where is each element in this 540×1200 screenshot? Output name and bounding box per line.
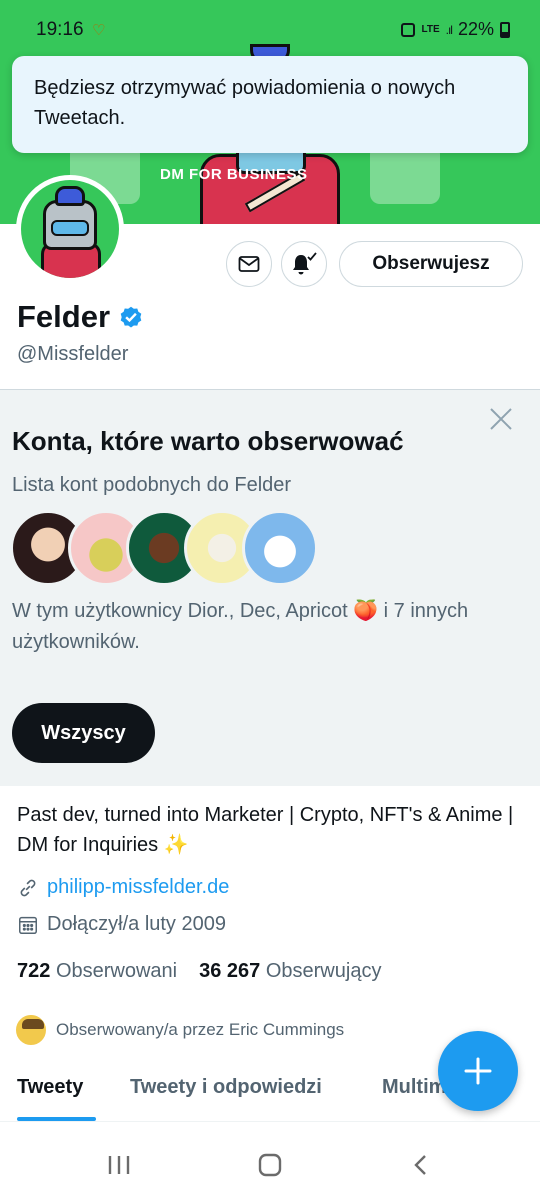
active-tab-indicator xyxy=(17,1117,96,1121)
followed-by-text: Obserwowany/a przez Eric Cummings xyxy=(56,1020,345,1039)
recent-apps-icon xyxy=(108,1156,130,1174)
message-button[interactable] xyxy=(226,241,272,287)
heart-status-icon: ♡ xyxy=(92,22,106,39)
followed-by-row[interactable]: Obserwowany/a przez Eric Cummings xyxy=(14,1013,344,1047)
profile-name-row: Felder xyxy=(17,299,144,335)
profile-name: Felder xyxy=(17,299,111,334)
notification-toast: Będziesz otrzymywać powiadomienia o nowy… xyxy=(12,56,528,153)
recent-apps-button[interactable] xyxy=(104,1150,134,1180)
suggested-avatars[interactable] xyxy=(10,510,330,586)
notifications-button[interactable] xyxy=(281,241,327,287)
plus-icon xyxy=(464,1057,492,1085)
battery-saver-icon xyxy=(401,22,416,37)
profile-avatar[interactable] xyxy=(16,175,124,283)
joined-date: Dołączył/a luty 2009 xyxy=(47,913,226,935)
system-navigation-bar xyxy=(0,1128,540,1200)
follow-stats: 722 Obserwowani 36 267 Obserwujący xyxy=(17,960,381,983)
mail-icon xyxy=(238,256,260,272)
website-link[interactable]: philipp-missfelder.de xyxy=(47,876,229,899)
close-icon[interactable] xyxy=(488,406,514,432)
back-button[interactable] xyxy=(406,1150,436,1180)
status-time: 19:16 xyxy=(36,19,84,40)
suggested-accounts-panel: Konta, które warto obserwować Lista kont… xyxy=(0,390,540,786)
avatar-image xyxy=(21,180,119,278)
battery-icon xyxy=(500,21,510,38)
calendar-icon xyxy=(19,916,37,934)
verified-badge-icon xyxy=(120,306,142,328)
back-icon xyxy=(414,1155,426,1175)
website-row: philipp-missfelder.de xyxy=(17,876,229,899)
followers-count: 36 267 xyxy=(199,960,261,982)
network-type: LTE xyxy=(421,24,440,35)
following-stat[interactable]: 722 Obserwowani xyxy=(17,960,177,983)
followers-label: Obserwujący xyxy=(265,960,382,982)
following-label: Obserwowani xyxy=(55,960,178,982)
suggestions-title: Konta, które warto obserwować xyxy=(12,426,404,456)
banner-letter-shape xyxy=(370,144,440,204)
see-all-button[interactable]: Wszyscy xyxy=(12,703,155,763)
followers-stat[interactable]: 36 267 Obserwujący xyxy=(199,960,381,983)
status-bar: 19:16 ♡ LTE .ıl 22% xyxy=(0,0,540,44)
signal-icon: .ıl xyxy=(445,22,453,37)
suggestions-description: W tym użytkownicy Dior., Dec, Apricot 🍑 … xyxy=(12,600,469,653)
link-icon xyxy=(20,879,36,896)
bell-check-icon xyxy=(293,252,317,275)
home-button[interactable] xyxy=(255,1150,285,1180)
battery-percent: 22% xyxy=(457,19,494,39)
suggestions-subtitle: Lista kont podobnych do Felder xyxy=(12,474,292,496)
status-indicators: LTE .ıl 22% xyxy=(401,19,510,40)
compose-tweet-button[interactable] xyxy=(438,1031,518,1111)
profile-bio: Past dev, turned into Marketer | Crypto,… xyxy=(17,804,514,856)
profile-handle: @Missfelder xyxy=(17,343,129,365)
tab-tweets-and-replies[interactable]: Tweety i odpowiedzi xyxy=(130,1076,322,1099)
suggested-avatar[interactable] xyxy=(242,510,318,586)
tab-tweets[interactable]: Tweety xyxy=(17,1076,83,1099)
joined-row: Dołączył/a luty 2009 xyxy=(17,913,226,936)
home-icon xyxy=(258,1153,282,1177)
banner-text: DM FOR BUSINESS xyxy=(160,166,308,183)
following-count: 722 xyxy=(17,960,51,982)
follower-avatar xyxy=(14,1013,48,1047)
following-button[interactable]: Obserwujesz xyxy=(339,241,523,287)
